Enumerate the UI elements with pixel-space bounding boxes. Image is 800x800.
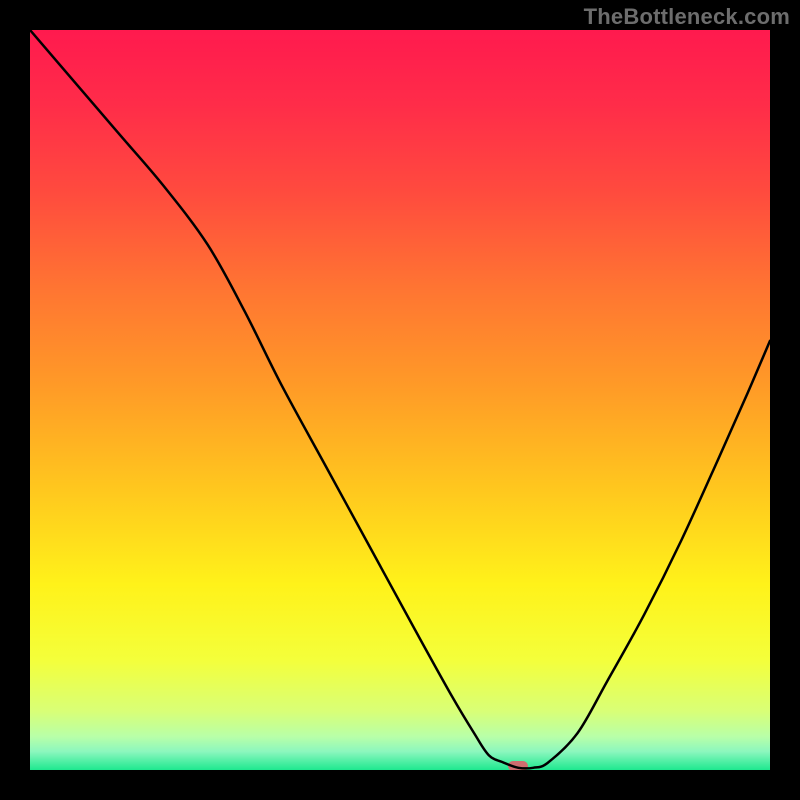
bottleneck-curve <box>30 30 770 770</box>
watermark: TheBottleneck.com <box>584 4 790 30</box>
plot-area <box>30 30 770 770</box>
chart-frame: TheBottleneck.com <box>0 0 800 800</box>
